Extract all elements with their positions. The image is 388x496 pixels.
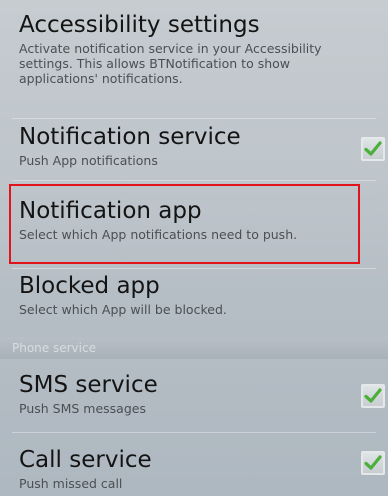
call-service-checkbox[interactable] [361,451,385,475]
divider [12,268,376,269]
notification-service-summary: Push App notifications [19,153,158,168]
sms-service-summary: Push SMS messages [19,401,146,416]
notification-service-item[interactable]: Notification service Push App notificati… [0,124,388,169]
accessibility-settings-summary: Activate notification service in your Ac… [19,41,322,86]
divider [12,432,376,433]
call-service-summary: Push missed call [19,476,123,491]
checkmark-icon [364,388,382,403]
blocked-app-summary: Select which App will be blocked. [19,302,227,317]
call-service-title: Call service [19,447,152,473]
sms-service-checkbox[interactable] [361,384,385,408]
highlight-box [9,184,360,264]
divider [12,180,376,181]
checkmark-icon [364,141,382,156]
section-header-phone-service: Phone service [0,337,388,359]
notification-service-title: Notification service [19,124,241,150]
settings-screen: Accessibility settings Activate notifica… [0,0,388,496]
accessibility-settings-item[interactable]: Accessibility settings Activate notifica… [0,12,388,86]
sms-service-item[interactable]: SMS service Push SMS messages [0,372,388,417]
blocked-app-item[interactable]: Blocked app Select which App will be blo… [0,273,388,318]
divider [12,118,376,119]
accessibility-settings-title: Accessibility settings [19,12,260,38]
sms-service-title: SMS service [19,372,158,398]
blocked-app-title: Blocked app [19,273,160,299]
checkmark-icon [364,455,382,470]
call-service-item[interactable]: Call service Push missed call [0,447,388,492]
notification-service-checkbox[interactable] [361,137,385,161]
